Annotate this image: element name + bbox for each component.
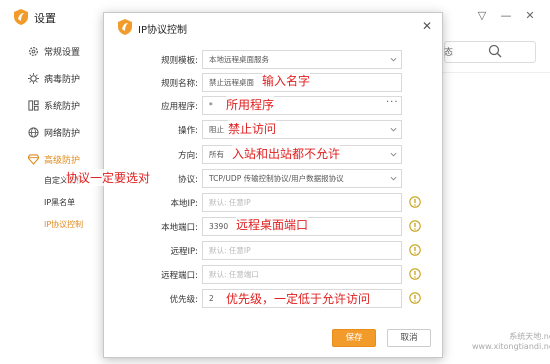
dropdown-icon[interactable]: ▽ [474,8,490,24]
protocol-select[interactable]: TCP/UDP 传输控制协议/用户数据报协议 [202,169,402,188]
annotation-name: 输入名字 [262,72,311,89]
sidebar-item-label: 系统防护 [44,102,81,112]
field-label: 协议: [178,175,198,185]
chevron-down-icon [390,57,397,62]
field-label: 规则名称: [161,79,198,89]
row-template: 规则模板: 本地远程桌面服务 [104,50,444,70]
row-protocol: 协议: TCP/UDP 传输控制协议/用户数据报协议 [104,169,444,189]
annotation-priority: 优先级，一定低于允许访问 [226,290,371,307]
dialog-title: IP协议控制 [138,25,187,36]
row-remote-ip: 远程IP: 默认: 任意IP [104,241,444,261]
sidebar-sub-ip-blacklist[interactable]: IP黑名单 [44,197,75,208]
minimize-icon[interactable]: — [498,8,514,24]
chevron-down-icon [390,176,397,181]
info-icon[interactable] [409,196,421,208]
system-icon [28,100,39,111]
field-label: 远程端口: [161,271,198,281]
watermark: 系统天地.net www.xitongtiandi.net [472,332,550,352]
field-label: 操作: [178,126,198,136]
field-label: 优先级: [169,295,198,305]
field-label: 应用程序: [161,102,198,112]
sidebar-item-label: 网络防护 [44,129,81,139]
globe-icon [28,127,39,138]
save-button[interactable]: 保存 [332,329,376,347]
template-select[interactable]: 本地远程桌面服务 [202,50,402,69]
shield-logo-icon [118,19,132,35]
sidebar-item-label: 病毒防护 [44,75,81,85]
sidebar-item-label: 常规设置 [44,48,81,58]
close-icon[interactable]: ✕ [420,19,434,33]
close-window-icon[interactable]: ✕ [522,8,538,24]
remote-port-input[interactable]: 默认: 任意端口 [202,265,402,284]
info-icon[interactable] [409,268,421,280]
cancel-button[interactable]: 取消 [387,329,431,347]
field-label: 本地端口: [161,223,198,233]
browse-icon[interactable]: ··· [386,97,399,108]
shield-logo-icon [14,9,28,25]
info-icon[interactable] [409,292,421,304]
field-label: 本地IP: [170,199,199,209]
virus-icon [28,73,39,84]
search-icon[interactable] [488,44,502,58]
remote-ip-input[interactable]: 默认: 任意IP [202,241,402,260]
chevron-down-icon [390,127,397,132]
chevron-down-icon [390,152,397,157]
sidebar-sub-ip-protocol[interactable]: IP协议控制 [44,219,83,230]
field-label: 远程IP: [170,247,199,257]
divider [434,72,550,73]
sidebar-item-label: 高级防护 [44,156,81,166]
annotation-local-port: 远程桌面端口 [236,216,309,233]
local-ip-input[interactable]: 默认: 任意IP [202,193,402,212]
row-local-ip: 本地IP: 默认: 任意IP [104,193,444,213]
annotation-protocol: 协议一定要选对 [66,169,151,186]
background-label: 态 [444,48,454,58]
background-content [434,34,550,364]
diamond-icon [28,154,39,165]
gear-icon [29,47,38,56]
watermark-line: www.xitongtiandi.net [472,342,550,351]
field-label: 规则模板: [161,56,198,66]
annotation-action: 禁止访问 [228,120,277,137]
info-icon[interactable] [409,244,421,256]
info-icon[interactable] [409,220,421,232]
watermark-line: 系统天地.net [509,332,550,341]
field-label: 方向: [178,151,198,161]
annotation-app: 所用程序 [226,96,275,113]
row-remote-port: 远程端口: 默认: 任意端口 [104,265,444,285]
sidebar: 常规设置 病毒防护 系统防护 网络防护 高级防护 自定义防护 IP黑名单 IP协… [0,34,104,364]
window-title: 设置 [34,12,56,25]
annotation-direction: 入站和出站都不允许 [232,145,341,162]
